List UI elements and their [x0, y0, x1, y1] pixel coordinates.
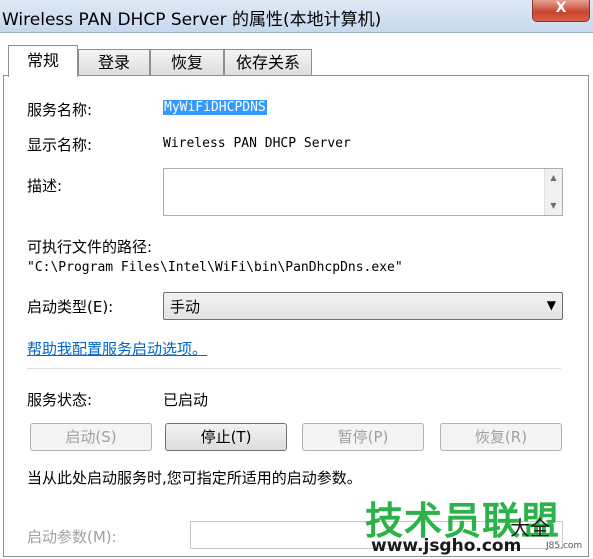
help-configure-link[interactable]: 帮助我配置服务启动选项。 [27, 338, 207, 359]
watermark-tag: J85.com [546, 541, 583, 551]
tab-logon[interactable]: 登录 [78, 49, 150, 76]
close-icon: X [555, 0, 567, 16]
service-name-selected-text[interactable]: MyWiFiDHCPDNS [163, 100, 267, 115]
tab-recovery[interactable]: 恢复 [150, 49, 224, 76]
description-field[interactable]: ▲ ▼ [163, 168, 563, 216]
exe-path-label: 可执行文件的路径: [27, 238, 153, 256]
start-params-hint: 当从此处启动服务时,您可指定所适用的启动参数。 [27, 469, 362, 487]
pause-button[interactable]: 暂停(P) [302, 423, 424, 451]
tab-general[interactable]: 常规 [8, 45, 78, 77]
startup-type-label: 启动类型(E): [27, 298, 114, 316]
service-name-label: 服务名称: [27, 101, 93, 119]
description-label: 描述: [27, 177, 63, 195]
window-title: Wireless PAN DHCP Server 的属性(本地计算机) [2, 10, 382, 30]
tab-dependencies[interactable]: 依存关系 [224, 49, 312, 76]
service-status-value: 已启动 [163, 391, 209, 409]
close-button[interactable]: X [532, 0, 590, 22]
resume-button[interactable]: 恢复(R) [440, 423, 562, 451]
scroll-up-icon[interactable]: ▲ [545, 173, 562, 182]
description-scrollbar[interactable]: ▲ ▼ [544, 169, 562, 215]
start-button[interactable]: 启动(S) [30, 423, 152, 451]
start-params-label: 启动参数(M): [27, 528, 117, 546]
exe-path-value: "C:\Program Files\Intel\WiFi\bin\PanDhcp… [27, 260, 403, 275]
service-status-label: 服务状态: [27, 391, 93, 409]
window-titlebar[interactable]: Wireless PAN DHCP Server 的属性(本地计算机) X [0, 0, 593, 33]
scroll-down-icon[interactable]: ▼ [545, 201, 562, 210]
watermark-url: www.jsgho.com [371, 536, 522, 556]
divider [27, 368, 561, 369]
stop-button[interactable]: 停止(T) [165, 423, 287, 451]
startup-type-select[interactable]: 手动 ▼ [163, 292, 563, 320]
startup-type-selected: 手动 [170, 298, 201, 316]
display-name-value: Wireless PAN DHCP Server [163, 136, 351, 151]
service-name-value[interactable]: MyWiFiDHCPDNS [163, 100, 267, 115]
chevron-down-icon[interactable]: ▼ [547, 298, 556, 312]
display-name-label: 显示名称: [27, 136, 93, 154]
